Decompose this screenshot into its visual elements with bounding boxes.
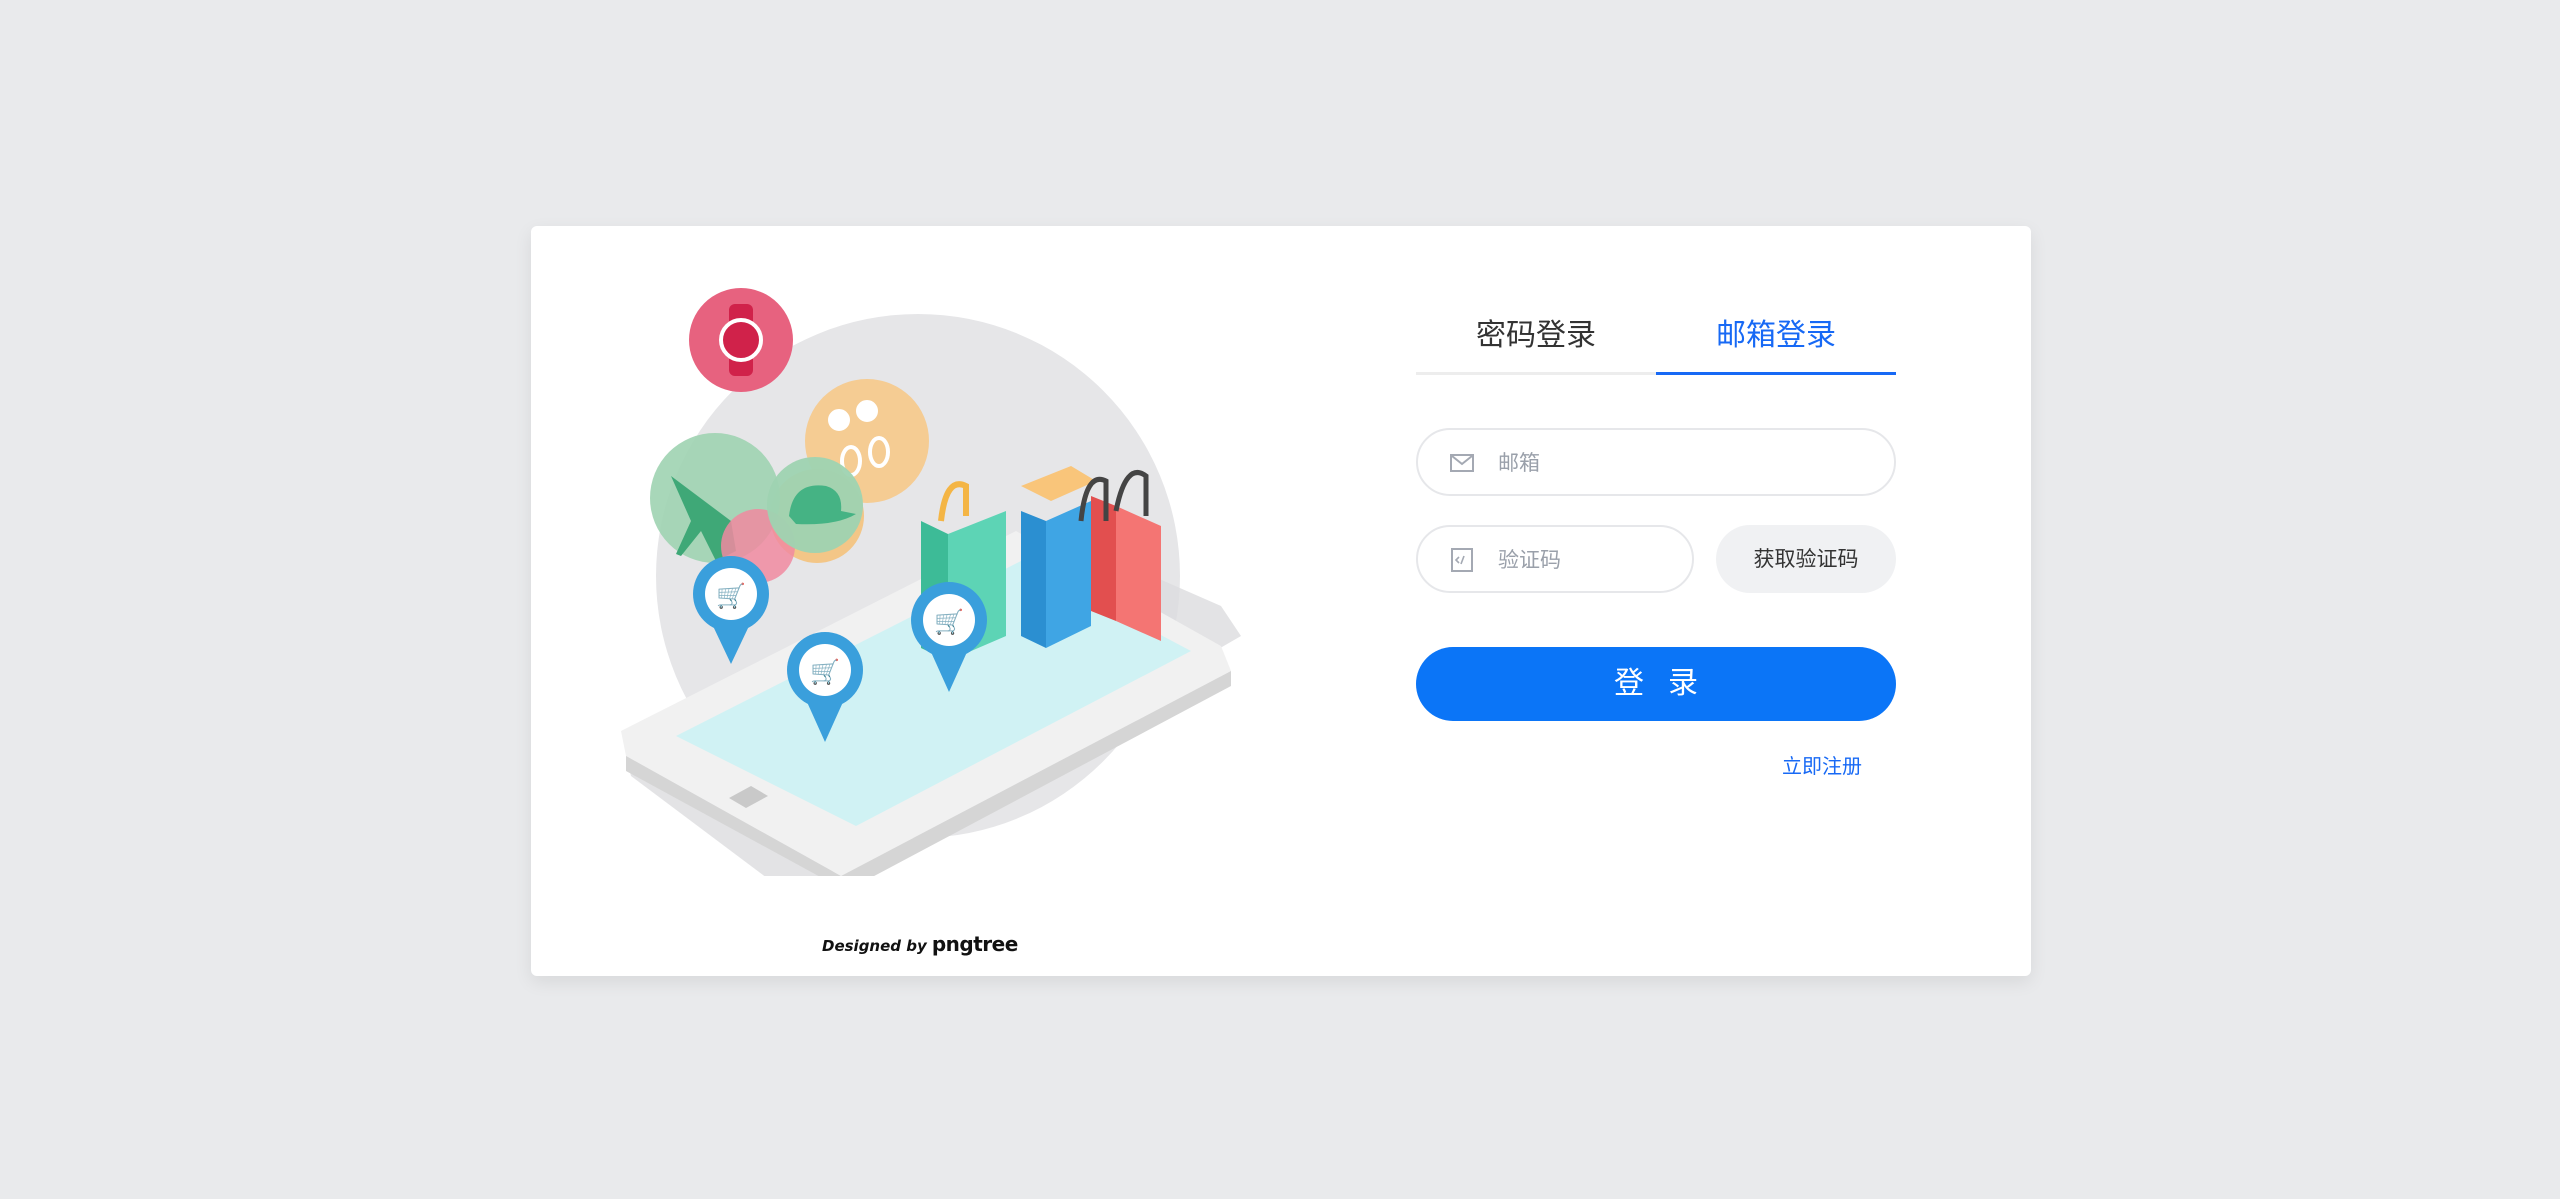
credit-label: Designed by [822, 937, 927, 955]
tab-password-login[interactable]: 密码登录 [1416, 306, 1656, 372]
shopping-illustration: 🛒 🛒 🛒 [621, 288, 1241, 876]
svg-text:🛒: 🛒 [810, 658, 840, 686]
get-code-button[interactable]: 获取验证码 [1716, 525, 1896, 593]
login-tabs: 密码登录 邮箱登录 [1416, 306, 1896, 375]
code-field[interactable] [1416, 525, 1694, 593]
code-icon [1451, 548, 1473, 572]
email-field[interactable] [1416, 428, 1896, 496]
register-link[interactable]: 立即注册 [1782, 750, 1862, 779]
login-card: 🛒 🛒 🛒 Designed by pngtree 密码登录 邮箱登录 邮箱 验… [531, 226, 2031, 976]
svg-text:🛒: 🛒 [934, 608, 964, 636]
email-input[interactable] [1496, 430, 1880, 496]
login-button[interactable]: 登录 [1416, 647, 1896, 721]
mail-icon [1450, 454, 1474, 472]
code-input[interactable] [1496, 527, 1680, 593]
credit-brand: pngtree [931, 932, 1018, 956]
designer-credit: Designed by pngtree [822, 932, 1018, 956]
svg-text:🛒: 🛒 [716, 582, 746, 610]
red-bag [1116, 506, 1161, 641]
blue-bag [1046, 501, 1091, 648]
tab-email-login[interactable]: 邮箱登录 [1656, 306, 1896, 375]
